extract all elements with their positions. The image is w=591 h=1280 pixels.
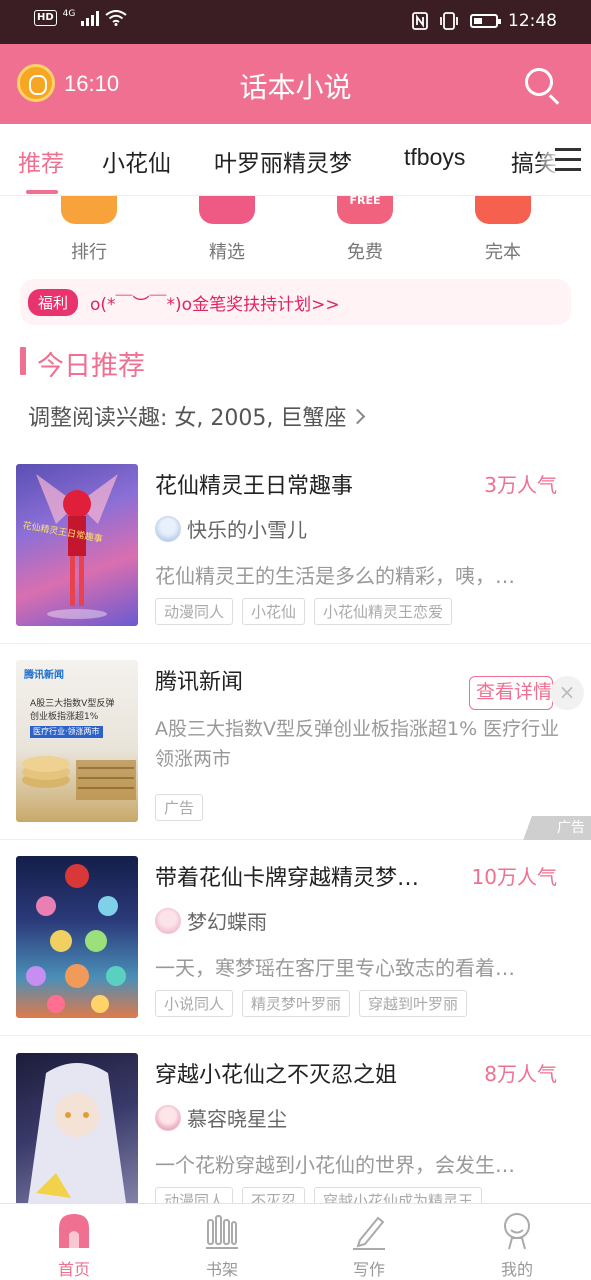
book-item[interactable]: 花仙精灵王日常趣事 花仙精灵王日常趣事 3万人气 快乐的小雪儿 花仙精灵王的生活… [0, 464, 591, 644]
chevron-right-icon [350, 408, 366, 425]
book-item[interactable]: 穿越小花仙之不灭忍之姐 8万人气 慕容晓星尘 一个花粉穿越到小花仙的世界，会发生… [0, 1053, 591, 1215]
bookshelf-icon [205, 1212, 239, 1250]
nav-home[interactable]: 首页 [24, 1212, 124, 1280]
bottom-navigation: 首页 书架 写作 我的 [0, 1203, 591, 1280]
featured-label: 精选 [209, 242, 245, 263]
book-popularity: 3万人气 [484, 473, 557, 497]
status-bar: HD 4G 12:48 [0, 0, 591, 44]
tag[interactable]: 动漫同人 [155, 598, 234, 625]
nav-bookshelf-label: 书架 [205, 1260, 238, 1279]
cover-illustration [28, 1063, 126, 1203]
tag[interactable]: 小说同人 [155, 990, 234, 1017]
active-tab-indicator [26, 190, 58, 194]
book-author[interactable]: 快乐的小雪儿 [155, 514, 307, 543]
nav-home-label: 首页 [57, 1260, 90, 1279]
tab-xiaohuaxian[interactable]: 小花仙 [102, 144, 171, 178]
book-description: 一天，寒梦瑶在客厅里专心致志的看着… [155, 956, 515, 980]
tab-yeluoli[interactable]: 叶罗丽精灵梦 [214, 144, 352, 178]
category-tabs: 推荐 小花仙 叶罗丽精灵梦 tfboys 搞笑 [0, 124, 591, 196]
ad-details-button[interactable]: 查看详情 [469, 676, 553, 710]
book-popularity: 10万人气 [471, 865, 557, 889]
book-author[interactable]: 梦幻蝶雨 [155, 906, 267, 935]
completed-book-icon [475, 196, 531, 224]
ad-label: 广告 [155, 794, 204, 821]
avatar [155, 515, 181, 542]
ad-description: A股三大指数V型反弹创业板指涨超1% 医疗行业领涨两市 [155, 718, 560, 770]
featured-shortcut[interactable]: 精选 [177, 196, 277, 264]
book-author[interactable]: 慕容晓星尘 [155, 1103, 287, 1132]
interest-text: 调整阅读兴趣: 女, 2005, 巨蟹座 [28, 406, 347, 431]
book-cover: 花仙精灵王日常趣事 [16, 464, 138, 626]
tab-tfboys[interactable]: tfboys [404, 144, 465, 171]
book-tags: 小说同人 精灵梦叶罗丽 穿越到叶罗丽 [155, 990, 468, 1017]
app-title: 话本小说 [239, 71, 352, 104]
book-item[interactable]: 带着花仙卡牌穿越精灵梦… 10万人气 梦幻蝶雨 一天，寒梦瑶在客厅里专心致志的看… [0, 856, 591, 1036]
nav-write-label: 写作 [352, 1260, 385, 1279]
ranking-label: 排行 [71, 242, 107, 263]
book-description: 花仙精灵王的生活是多么的精彩，咦，… [155, 564, 515, 588]
hd-indicator: HD [34, 10, 57, 26]
status-time: 12:48 [508, 11, 557, 31]
avatar [155, 1104, 181, 1131]
battery-icon [470, 14, 501, 28]
tab-recommend[interactable]: 推荐 [18, 144, 64, 178]
section-accent-bar [20, 347, 26, 375]
book-popularity: 8万人气 [484, 1062, 557, 1086]
ad-item[interactable]: 腾讯新闻 A股三大指数V型反弹 创业板指涨超1% 医疗行业·领涨两市 腾讯新闻 … [0, 660, 591, 840]
nfc-icon [412, 12, 428, 30]
close-icon[interactable]: × [550, 676, 584, 710]
adjust-interest-link[interactable]: 调整阅读兴趣: 女, 2005, 巨蟹座 [28, 400, 366, 432]
avatar [155, 907, 181, 934]
tag[interactable]: 精灵梦叶罗丽 [242, 990, 351, 1017]
profile-icon [500, 1212, 534, 1250]
wifi-icon [105, 10, 127, 26]
welfare-badge: 福利 [28, 288, 79, 316]
free-icon: FREE [337, 195, 393, 224]
tag[interactable]: 小花仙精灵王恋爱 [314, 598, 453, 625]
nav-profile[interactable]: 我的 [467, 1212, 567, 1280]
section-title: 今日推荐 [37, 351, 145, 382]
author-name: 慕容晓星尘 [187, 1107, 287, 1131]
search-icon[interactable] [525, 68, 553, 96]
book-cover [16, 1053, 138, 1215]
nav-bookshelf[interactable]: 书架 [172, 1212, 272, 1280]
coins-illustration [22, 756, 136, 800]
app-header: 16:10 话本小说 [0, 44, 591, 124]
free-shortcut[interactable]: FREE 免费 [315, 195, 415, 264]
tag[interactable]: 穿越到叶罗丽 [359, 990, 468, 1017]
author-name: 梦幻蝶雨 [187, 910, 267, 934]
star-icon [199, 196, 255, 224]
book-title: 穿越小花仙之不灭忍之姐 [155, 1063, 398, 1088]
pen-icon [352, 1212, 386, 1250]
free-label: 免费 [347, 242, 383, 263]
book-title: 带着花仙卡牌穿越精灵梦… [155, 866, 420, 891]
signal-icon [81, 10, 100, 26]
book-tags: 动漫同人 小花仙 小花仙精灵王恋爱 [155, 598, 453, 625]
category-shortcuts: 排行 精选 FREE 免费 完本 [0, 195, 591, 274]
tabs-menu-icon[interactable] [541, 124, 591, 195]
ad-corner-badge: 广告 [517, 816, 591, 840]
trophy-icon [61, 196, 117, 224]
book-title: 花仙精灵王日常趣事 [155, 474, 354, 499]
ranking-shortcut[interactable]: 排行 [39, 196, 139, 264]
tag[interactable]: 小花仙 [242, 598, 306, 625]
completed-label: 完本 [485, 242, 521, 263]
ad-title: 腾讯新闻 [155, 670, 244, 695]
welfare-banner[interactable]: 福利 o(*￣︶￣*)o金笔奖扶持计划>> [20, 279, 571, 325]
completed-shortcut[interactable]: 完本 [453, 196, 553, 264]
ad-image: 腾讯新闻 A股三大指数V型反弹 创业板指涨超1% 医疗行业·领涨两市 [16, 660, 138, 822]
network-type: 4G [62, 9, 76, 19]
vibrate-icon [440, 12, 458, 30]
cover-illustration [26, 864, 126, 1013]
author-name: 快乐的小雪儿 [187, 518, 307, 542]
book-cover [16, 856, 138, 1018]
home-icon [57, 1212, 91, 1250]
welfare-text: o(*￣︶￣*)o金笔奖扶持计划>> [90, 294, 340, 315]
nav-write[interactable]: 写作 [319, 1212, 419, 1280]
nav-profile-label: 我的 [500, 1260, 533, 1279]
book-description: 一个花粉穿越到小花仙的世界，会发生… [155, 1153, 515, 1177]
